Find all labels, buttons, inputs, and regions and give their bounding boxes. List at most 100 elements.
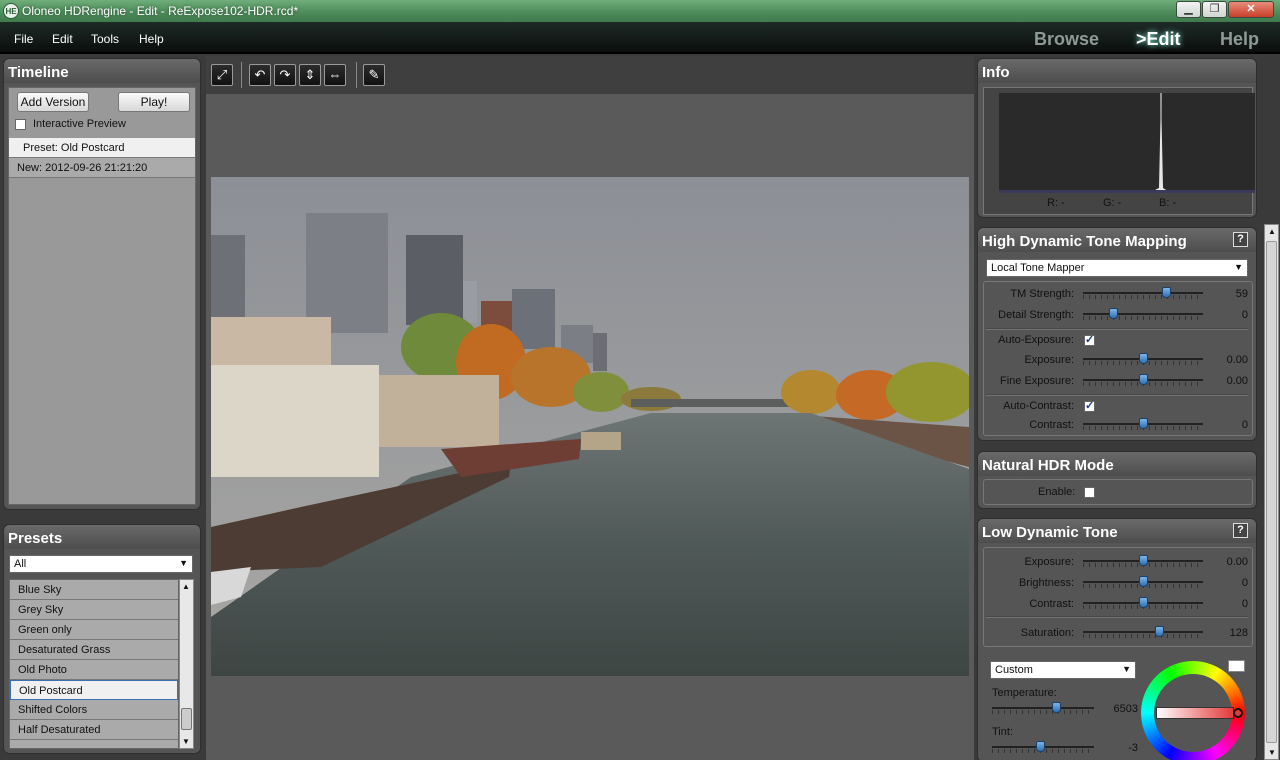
- white-balance-dropdown[interactable]: Custom ▼: [990, 661, 1136, 679]
- color-wheel-indicator[interactable]: [1156, 707, 1234, 719]
- white-point-swatch[interactable]: [1228, 660, 1245, 672]
- detail-strength-slider-thumb[interactable]: [1109, 308, 1118, 319]
- exposure-value: 0.00: [1226, 354, 1248, 366]
- preset-item[interactable]: Old Photo: [10, 660, 178, 680]
- play-button[interactable]: Play!: [118, 92, 190, 112]
- temperature-slider-thumb[interactable]: [1052, 702, 1062, 713]
- scroll-down-icon[interactable]: ▼: [1268, 748, 1276, 757]
- ldt-contrast-slider[interactable]: [1083, 596, 1203, 612]
- chevron-down-icon: ▼: [1122, 664, 1131, 674]
- hdtm-help-button[interactable]: ?: [1233, 232, 1248, 247]
- scroll-up-icon[interactable]: ▲: [182, 582, 190, 591]
- ldt-contrast-slider-thumb[interactable]: [1139, 597, 1148, 608]
- brightness-label: Brightness:: [1018, 577, 1074, 589]
- auto-contrast-label: Auto-Contrast:: [1003, 400, 1074, 412]
- natural-hdr-enable-label: Enable:: [1038, 486, 1076, 498]
- preset-item[interactable]: Shifted Colors: [10, 700, 178, 720]
- ldt-contrast-label: Contrast:: [1029, 598, 1074, 610]
- slider-line: [1083, 631, 1203, 633]
- fine-exposure-slider-row: Fine Exposure: 0.00: [978, 373, 1248, 391]
- scroll-down-icon[interactable]: ▼: [182, 737, 190, 746]
- hdtm-contrast-slider-thumb[interactable]: [1139, 418, 1148, 429]
- timeline-item[interactable]: New: 2012-09-26 21:21:20: [9, 158, 195, 178]
- tone-mapper-dropdown[interactable]: Local Tone Mapper ▼: [986, 259, 1248, 277]
- flip-horizontal-icon[interactable]: ⇔: [324, 64, 346, 86]
- brush-icon[interactable]: ✎: [363, 64, 385, 86]
- fine-exposure-value: 0.00: [1226, 375, 1248, 387]
- scrollbar-thumb[interactable]: [1266, 241, 1277, 743]
- mode-tab-browse[interactable]: Browse: [1034, 29, 1099, 50]
- preset-item[interactable]: Blue Sky: [10, 580, 178, 600]
- maximize-button[interactable]: ❐: [1202, 1, 1227, 18]
- menu-help[interactable]: Help: [139, 32, 164, 46]
- brightness-slider-thumb[interactable]: [1139, 576, 1148, 587]
- presets-filter-dropdown[interactable]: All ▼: [9, 555, 193, 573]
- hdtm-contrast-label: Contrast:: [1029, 419, 1074, 431]
- flip-vertical-icon[interactable]: ⇕: [299, 64, 321, 86]
- menu-edit[interactable]: Edit: [52, 32, 73, 46]
- slider-ticks: [1083, 316, 1203, 320]
- chevron-down-icon: ▼: [179, 558, 188, 568]
- tm-strength-label: TM Strength:: [1010, 288, 1074, 300]
- window-title-bar: HE Oloneo HDRengine - Edit - ReExpose102…: [0, 0, 1280, 22]
- preset-item[interactable]: Green only: [10, 620, 178, 640]
- detail-strength-slider-row: Detail Strength: 0: [978, 307, 1248, 325]
- detail-strength-slider[interactable]: [1083, 307, 1203, 323]
- detail-strength-value: 0: [1241, 309, 1248, 321]
- presets-list: Blue Sky Grey Sky Green only Desaturated…: [9, 579, 179, 749]
- info-panel: Info R: - G: - B: -: [977, 58, 1257, 218]
- photo-preview[interactable]: [211, 177, 969, 676]
- auto-exposure-checkbox[interactable]: [1084, 333, 1095, 346]
- preset-item[interactable]: Grey Sky: [10, 600, 178, 620]
- fine-exposure-slider[interactable]: [1083, 373, 1203, 389]
- ldt-exposure-slider-thumb[interactable]: [1139, 555, 1148, 566]
- timeline-item[interactable]: Preset: Old Postcard: [9, 138, 195, 158]
- hdtm-contrast-slider[interactable]: [1083, 417, 1203, 433]
- right-panel-scrollbar[interactable]: ▲ ▼: [1264, 224, 1279, 760]
- chevron-down-icon: ▼: [1234, 262, 1243, 272]
- fine-exposure-slider-thumb[interactable]: [1139, 374, 1148, 385]
- mode-tab-help[interactable]: Help: [1220, 29, 1259, 50]
- preset-item-selected[interactable]: Old Postcard: [10, 680, 178, 700]
- rotate-right-icon[interactable]: ↷: [274, 64, 296, 86]
- brightness-value: 0: [1241, 577, 1248, 589]
- tint-slider-row: Tint: -3: [978, 726, 1138, 754]
- presets-title: Presets: [4, 525, 200, 549]
- fit-to-window-icon[interactable]: ⤢: [211, 64, 233, 86]
- ldt-exposure-slider-row: Exposure: 0.00: [978, 554, 1248, 572]
- menu-file[interactable]: File: [14, 32, 33, 46]
- auto-contrast-checkbox[interactable]: [1084, 399, 1095, 412]
- interactive-preview-checkbox[interactable]: [15, 119, 26, 130]
- ldt-help-button[interactable]: ?: [1233, 523, 1248, 538]
- saturation-slider-thumb[interactable]: [1154, 626, 1164, 637]
- close-button[interactable]: ✕: [1228, 1, 1274, 18]
- presets-scrollbar[interactable]: ▲ ▼: [179, 579, 194, 749]
- rotate-left-icon[interactable]: ↶: [249, 64, 271, 86]
- preset-item[interactable]: Desaturated Grass: [10, 640, 178, 660]
- color-wheel-handle[interactable]: [1233, 708, 1243, 718]
- add-version-button[interactable]: Add Version: [17, 92, 89, 112]
- ldt-exposure-slider[interactable]: [1083, 554, 1203, 570]
- menu-tools[interactable]: Tools: [91, 32, 119, 46]
- timeline-content: Add Version Play! Interactive Preview Pr…: [8, 87, 196, 505]
- tint-slider-thumb[interactable]: [1035, 741, 1045, 752]
- mode-tab-edit[interactable]: >Edit: [1136, 29, 1181, 50]
- preset-item[interactable]: Half Desaturated: [10, 720, 178, 740]
- natural-hdr-enable-checkbox[interactable]: [1084, 487, 1095, 498]
- separator: [986, 394, 1248, 396]
- tm-strength-slider-thumb[interactable]: [1161, 287, 1171, 298]
- ldt-exposure-label: Exposure:: [1024, 556, 1074, 568]
- temperature-slider[interactable]: [992, 701, 1094, 717]
- tm-strength-slider-row: TM Strength: 59: [978, 286, 1248, 304]
- scroll-up-icon[interactable]: ▲: [1268, 227, 1276, 236]
- brightness-slider[interactable]: [1083, 575, 1203, 591]
- saturation-slider[interactable]: [1083, 625, 1203, 641]
- color-wheel[interactable]: [1141, 661, 1245, 760]
- exposure-slider-thumb[interactable]: [1139, 353, 1148, 364]
- tint-slider[interactable]: [992, 740, 1094, 756]
- app-icon[interactable]: HE: [3, 3, 19, 19]
- minimize-button[interactable]: ▁: [1176, 1, 1201, 18]
- exposure-slider[interactable]: [1083, 352, 1203, 368]
- scrollbar-thumb[interactable]: [181, 708, 192, 730]
- tm-strength-slider[interactable]: [1083, 286, 1203, 302]
